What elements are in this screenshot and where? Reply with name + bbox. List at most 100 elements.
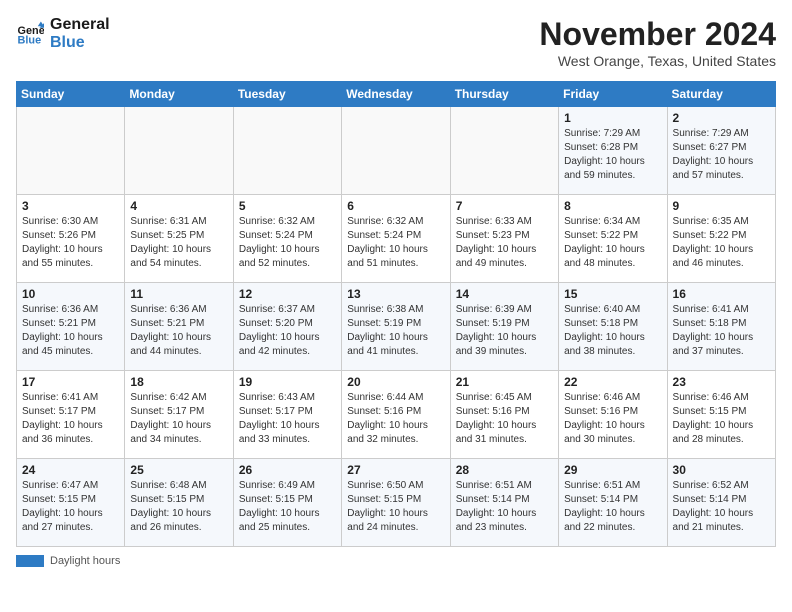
- day-number: 15: [564, 287, 661, 301]
- day-number: 20: [347, 375, 444, 389]
- title-block: November 2024 West Orange, Texas, United…: [539, 16, 776, 69]
- calendar-cell: 30Sunrise: 6:52 AM Sunset: 5:14 PM Dayli…: [667, 459, 775, 547]
- calendar-cell: 11 Sunrise: 6:36 AM Sunset: 5:21 PM Dayli…: [125, 283, 233, 371]
- calendar-cell: [450, 107, 558, 195]
- day-number: 24: [22, 463, 119, 477]
- calendar-cell: 3Sunrise: 6:30 AM Sunset: 5:26 PM Daylig…: [17, 195, 125, 283]
- day-info: Sunrise: 6:40 AM Sunset: 5:18 PM Dayligh…: [564, 303, 661, 359]
- svg-text:Blue: Blue: [18, 35, 42, 47]
- day-info: Sunrise: 6:41 AM Sunset: 5:17 PM Dayligh…: [22, 391, 119, 447]
- weekday-header-friday: Friday: [559, 82, 667, 107]
- calendar-week-1: 1 Sunrise: 7:29 AM Sunset: 6:28 PM Daylig…: [17, 107, 776, 195]
- logo-blue: Blue: [50, 34, 110, 52]
- day-number: 11: [130, 287, 227, 301]
- calendar-cell: 13 Sunrise: 6:38 AM Sunset: 5:19 PM Dayli…: [342, 283, 450, 371]
- day-info: Sunrise: 6:51 AM Sunset: 5:14 PM Dayligh…: [456, 479, 553, 535]
- day-info: Sunrise: 6:41 AM Sunset: 5:18 PM Dayligh…: [673, 303, 770, 359]
- calendar-cell: 6 Sunrise: 6:32 AM Sunset: 5:24 PM Daylig…: [342, 195, 450, 283]
- day-info: Sunrise: 6:43 AM Sunset: 5:17 PM Dayligh…: [239, 391, 336, 447]
- day-number: 21: [456, 375, 553, 389]
- calendar-cell: 16 Sunrise: 6:41 AM Sunset: 5:18 PM Dayli…: [667, 283, 775, 371]
- day-info: Sunrise: 6:46 AM Sunset: 5:16 PM Dayligh…: [564, 391, 661, 447]
- calendar-week-4: 17 Sunrise: 6:41 AM Sunset: 5:17 PM Dayli…: [17, 371, 776, 459]
- legend-color-box: [16, 555, 44, 567]
- day-number: 18: [130, 375, 227, 389]
- calendar-week-5: 24 Sunrise: 6:47 AM Sunset: 5:15 PM Dayli…: [17, 459, 776, 547]
- calendar-cell: 27Sunrise: 6:50 AM Sunset: 5:15 PM Dayli…: [342, 459, 450, 547]
- day-info: Sunrise: 6:34 AM Sunset: 5:22 PM Dayligh…: [564, 215, 661, 271]
- day-number: 28: [456, 463, 553, 477]
- day-info: Sunrise: 6:32 AM Sunset: 5:24 PM Dayligh…: [347, 215, 444, 271]
- day-info: Sunrise: 6:51 AM Sunset: 5:14 PM Dayligh…: [564, 479, 661, 535]
- day-info: Sunrise: 6:46 AM Sunset: 5:15 PM Dayligh…: [673, 391, 770, 447]
- weekday-header-thursday: Thursday: [450, 82, 558, 107]
- day-number: 23: [673, 375, 770, 389]
- day-number: 6: [347, 199, 444, 213]
- day-info: Sunrise: 6:52 AM Sunset: 5:14 PM Dayligh…: [673, 479, 770, 535]
- calendar-cell: [17, 107, 125, 195]
- day-info: Sunrise: 6:36 AM Sunset: 5:21 PM Dayligh…: [22, 303, 119, 359]
- calendar-cell: [125, 107, 233, 195]
- day-number: 8: [564, 199, 661, 213]
- day-number: 7: [456, 199, 553, 213]
- weekday-header-wednesday: Wednesday: [342, 82, 450, 107]
- calendar-cell: 17 Sunrise: 6:41 AM Sunset: 5:17 PM Dayli…: [17, 371, 125, 459]
- day-info: Sunrise: 6:50 AM Sunset: 5:15 PM Dayligh…: [347, 479, 444, 535]
- weekday-header-tuesday: Tuesday: [233, 82, 341, 107]
- calendar-cell: 29 Sunrise: 6:51 AM Sunset: 5:14 PM Dayli…: [559, 459, 667, 547]
- calendar-cell: 19Sunrise: 6:43 AM Sunset: 5:17 PM Dayli…: [233, 371, 341, 459]
- day-info: Sunrise: 6:49 AM Sunset: 5:15 PM Dayligh…: [239, 479, 336, 535]
- day-info: Sunrise: 7:29 AM Sunset: 6:27 PM Dayligh…: [673, 127, 770, 183]
- day-number: 29: [564, 463, 661, 477]
- calendar-cell: 14Sunrise: 6:39 AM Sunset: 5:19 PM Dayli…: [450, 283, 558, 371]
- day-number: 26: [239, 463, 336, 477]
- day-info: Sunrise: 6:36 AM Sunset: 5:21 PM Dayligh…: [130, 303, 227, 359]
- calendar-cell: 22 Sunrise: 6:46 AM Sunset: 5:16 PM Dayli…: [559, 371, 667, 459]
- calendar-week-2: 3Sunrise: 6:30 AM Sunset: 5:26 PM Daylig…: [17, 195, 776, 283]
- day-info: Sunrise: 6:45 AM Sunset: 5:16 PM Dayligh…: [456, 391, 553, 447]
- calendar-cell: 18 Sunrise: 6:42 AM Sunset: 5:17 PM Dayli…: [125, 371, 233, 459]
- day-number: 3: [22, 199, 119, 213]
- day-info: Sunrise: 7:29 AM Sunset: 6:28 PM Dayligh…: [564, 127, 661, 183]
- calendar-cell: 24 Sunrise: 6:47 AM Sunset: 5:15 PM Dayli…: [17, 459, 125, 547]
- day-number: 10: [22, 287, 119, 301]
- logo: General Blue General Blue: [16, 16, 110, 53]
- logo-general: General: [50, 16, 110, 34]
- calendar-cell: 1 Sunrise: 7:29 AM Sunset: 6:28 PM Daylig…: [559, 107, 667, 195]
- day-number: 1: [564, 111, 661, 125]
- day-info: Sunrise: 6:31 AM Sunset: 5:25 PM Dayligh…: [130, 215, 227, 271]
- day-info: Sunrise: 6:48 AM Sunset: 5:15 PM Dayligh…: [130, 479, 227, 535]
- weekday-header-monday: Monday: [125, 82, 233, 107]
- day-number: 2: [673, 111, 770, 125]
- calendar-cell: [342, 107, 450, 195]
- day-info: Sunrise: 6:33 AM Sunset: 5:23 PM Dayligh…: [456, 215, 553, 271]
- day-number: 16: [673, 287, 770, 301]
- day-number: 17: [22, 375, 119, 389]
- day-info: Sunrise: 6:38 AM Sunset: 5:19 PM Dayligh…: [347, 303, 444, 359]
- day-info: Sunrise: 6:42 AM Sunset: 5:17 PM Dayligh…: [130, 391, 227, 447]
- calendar-week-3: 10 Sunrise: 6:36 AM Sunset: 5:21 PM Dayli…: [17, 283, 776, 371]
- calendar-cell: 10 Sunrise: 6:36 AM Sunset: 5:21 PM Dayli…: [17, 283, 125, 371]
- day-number: 13: [347, 287, 444, 301]
- calendar-table: SundayMondayTuesdayWednesdayThursdayFrid…: [16, 81, 776, 547]
- day-number: 4: [130, 199, 227, 213]
- calendar-cell: 25 Sunrise: 6:48 AM Sunset: 5:15 PM Dayli…: [125, 459, 233, 547]
- calendar-cell: 21 Sunrise: 6:45 AM Sunset: 5:16 PM Dayli…: [450, 371, 558, 459]
- weekday-header-row: SundayMondayTuesdayWednesdayThursdayFrid…: [17, 82, 776, 107]
- day-info: Sunrise: 6:47 AM Sunset: 5:15 PM Dayligh…: [22, 479, 119, 535]
- calendar-cell: 9Sunrise: 6:35 AM Sunset: 5:22 PM Daylig…: [667, 195, 775, 283]
- day-info: Sunrise: 6:39 AM Sunset: 5:19 PM Dayligh…: [456, 303, 553, 359]
- day-number: 5: [239, 199, 336, 213]
- day-number: 22: [564, 375, 661, 389]
- calendar-cell: 23 Sunrise: 6:46 AM Sunset: 5:15 PM Dayli…: [667, 371, 775, 459]
- day-number: 9: [673, 199, 770, 213]
- day-number: 12: [239, 287, 336, 301]
- day-info: Sunrise: 6:37 AM Sunset: 5:20 PM Dayligh…: [239, 303, 336, 359]
- legend-label: Daylight hours: [50, 555, 120, 567]
- calendar-cell: 20Sunrise: 6:44 AM Sunset: 5:16 PM Dayli…: [342, 371, 450, 459]
- day-number: 25: [130, 463, 227, 477]
- calendar-cell: [233, 107, 341, 195]
- location: West Orange, Texas, United States: [539, 53, 776, 69]
- legend: Daylight hours: [16, 555, 776, 567]
- calendar-cell: 2 Sunrise: 7:29 AM Sunset: 6:27 PM Daylig…: [667, 107, 775, 195]
